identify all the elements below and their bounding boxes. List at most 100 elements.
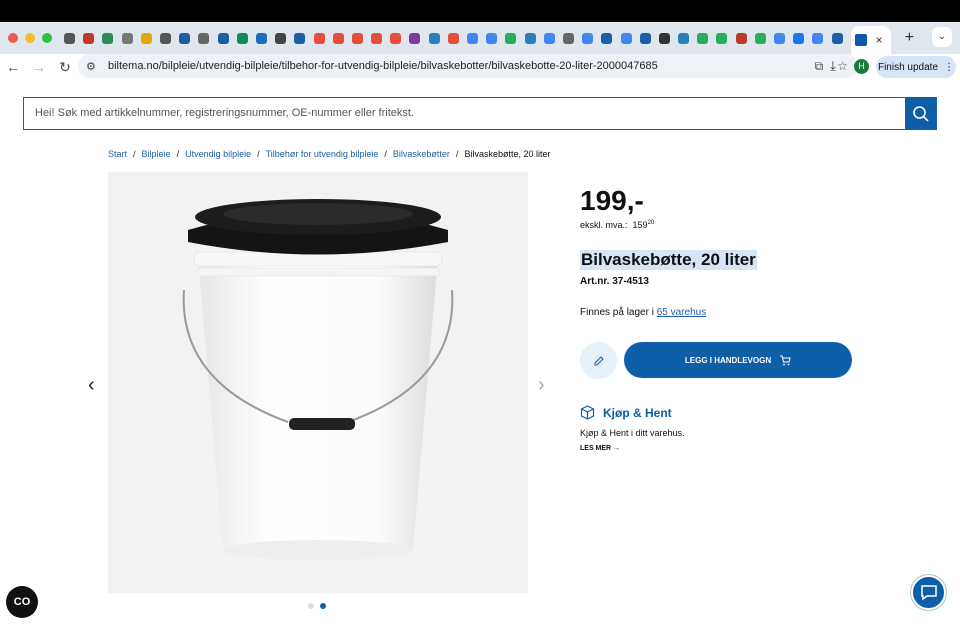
- menu-bar: [0, 0, 960, 22]
- back-button[interactable]: ←: [0, 59, 26, 75]
- browser-tab[interactable]: [808, 26, 827, 50]
- tab-favicon-icon: [102, 32, 114, 44]
- browser-tab[interactable]: [501, 26, 520, 50]
- browser-tab[interactable]: [463, 26, 482, 50]
- bookmark-star-icon[interactable]: ☆: [837, 59, 848, 74]
- browser-tab[interactable]: [214, 26, 233, 50]
- add-to-cart-button[interactable]: LEGG I HANDLEVOGN: [624, 342, 852, 378]
- browser-tab[interactable]: [329, 26, 348, 50]
- cookie-settings-button[interactable]: CO: [6, 586, 38, 618]
- browser-tab[interactable]: [674, 26, 693, 50]
- chat-button[interactable]: [911, 575, 946, 610]
- browser-tab[interactable]: [693, 26, 712, 50]
- browser-tab[interactable]: [770, 26, 789, 50]
- tab-favicon-icon: [198, 32, 210, 44]
- edit-button[interactable]: [580, 342, 617, 379]
- new-tab-button[interactable]: +: [905, 29, 914, 47]
- browser-tab[interactable]: [79, 26, 98, 50]
- tab-favicon-icon: [467, 32, 479, 44]
- breadcrumb-tilbehor[interactable]: Tilbehør for utvendig bilpleie: [266, 149, 379, 159]
- browser-tab[interactable]: [118, 26, 137, 50]
- gallery-dot-active[interactable]: [320, 603, 326, 609]
- browser-tab[interactable]: [348, 26, 367, 50]
- browser-tab[interactable]: [616, 26, 635, 50]
- browser-tab[interactable]: [405, 26, 424, 50]
- tab-favicon-icon: [601, 32, 613, 44]
- tab-favicon-icon: [812, 32, 824, 44]
- tab-list: [60, 26, 847, 50]
- finish-update-button[interactable]: Finish update ⋮: [876, 56, 956, 78]
- tab-favicon-icon: [486, 32, 498, 44]
- browser-tab[interactable]: [578, 26, 597, 50]
- tab-favicon-icon: [294, 32, 306, 44]
- browser-tab[interactable]: [98, 26, 117, 50]
- reload-button[interactable]: ↻: [52, 59, 78, 76]
- browser-tab[interactable]: [636, 26, 655, 50]
- tab-favicon-icon: [332, 32, 344, 44]
- translate-icon[interactable]: ⧉: [815, 59, 824, 74]
- site-search: Hei! Søk med artikkelnummer, registrerin…: [23, 97, 937, 130]
- browser-tab[interactable]: [597, 26, 616, 50]
- browser-tab[interactable]: [540, 26, 559, 50]
- browser-toolbar: ← → ↻ ⚙ biltema.no/bilpleie/utvendig-bil…: [0, 54, 960, 80]
- tab-favicon-icon: [697, 32, 709, 44]
- browser-tab[interactable]: [271, 26, 290, 50]
- tab-favicon-icon: [275, 32, 287, 44]
- tab-favicon-icon: [735, 32, 747, 44]
- browser-tab[interactable]: [386, 26, 405, 50]
- browser-tab[interactable]: [233, 26, 252, 50]
- article-number: Art.nr. 37-4513: [580, 276, 649, 287]
- breadcrumb-start[interactable]: Start: [108, 149, 127, 159]
- browser-tab[interactable]: [751, 26, 770, 50]
- vat-price-main: 159: [632, 220, 648, 230]
- browser-tab[interactable]: [482, 26, 501, 50]
- tab-favicon-icon: [83, 32, 95, 44]
- gallery-next-icon[interactable]: ›: [538, 374, 545, 397]
- browser-tab[interactable]: [309, 26, 328, 50]
- stock-link[interactable]: 65 varehus: [657, 307, 706, 318]
- browser-tab[interactable]: [290, 26, 309, 50]
- browser-tab[interactable]: [60, 26, 79, 50]
- product-image[interactable]: [108, 172, 528, 593]
- browser-tab[interactable]: [252, 26, 271, 50]
- read-more-link[interactable]: LES MER →: [580, 445, 620, 452]
- download-icon[interactable]: ⤓: [830, 58, 836, 74]
- browser-tab[interactable]: [425, 26, 444, 50]
- search-input[interactable]: Hei! Søk med artikkelnummer, registrerin…: [23, 97, 905, 130]
- browser-tab[interactable]: [194, 26, 213, 50]
- browser-tab[interactable]: [521, 26, 540, 50]
- gallery-prev-icon[interactable]: ‹: [88, 374, 95, 397]
- tab-favicon-icon: [351, 32, 363, 44]
- browser-tab[interactable]: [559, 26, 578, 50]
- browser-tab[interactable]: [444, 26, 463, 50]
- breadcrumb-utvendig-bilpleie[interactable]: Utvendig bilpleie: [185, 149, 251, 159]
- minimize-window-icon[interactable]: [25, 33, 35, 43]
- browser-tab[interactable]: [137, 26, 156, 50]
- browser-tab[interactable]: [175, 26, 194, 50]
- forward-button[interactable]: →: [26, 59, 52, 75]
- tab-favicon-icon: [754, 32, 766, 44]
- tab-active[interactable]: ×: [850, 26, 891, 54]
- kjop-hent-text: Kjøp & Hent i ditt varehus.: [580, 428, 685, 438]
- address-bar[interactable]: ⚙ biltema.no/bilpleie/utvendig-bilpleie/…: [78, 54, 858, 78]
- product-price: 199,-: [580, 185, 644, 216]
- browser-tab[interactable]: [732, 26, 751, 50]
- browser-tab[interactable]: [156, 26, 175, 50]
- tab-search-chevron-icon[interactable]: ⌄: [932, 27, 952, 47]
- browser-tab[interactable]: [828, 26, 847, 50]
- tab-favicon-icon: [716, 32, 728, 44]
- browser-tab[interactable]: [789, 26, 808, 50]
- browser-tab[interactable]: [367, 26, 386, 50]
- maximize-window-icon[interactable]: [42, 33, 52, 43]
- tab-close-icon[interactable]: ×: [876, 33, 883, 47]
- profile-avatar[interactable]: H: [854, 59, 869, 74]
- browser-tab[interactable]: [712, 26, 731, 50]
- breadcrumb-bilpleie[interactable]: Bilpleie: [142, 149, 171, 159]
- breadcrumb-bilvaskebotter[interactable]: Bilvaskebøtter: [393, 149, 450, 159]
- tab-favicon-icon: [639, 32, 651, 44]
- close-window-icon[interactable]: [8, 33, 18, 43]
- browser-tab[interactable]: [655, 26, 674, 50]
- site-info-icon[interactable]: ⚙: [86, 60, 102, 73]
- gallery-dot[interactable]: [308, 603, 314, 609]
- search-button[interactable]: [905, 97, 937, 130]
